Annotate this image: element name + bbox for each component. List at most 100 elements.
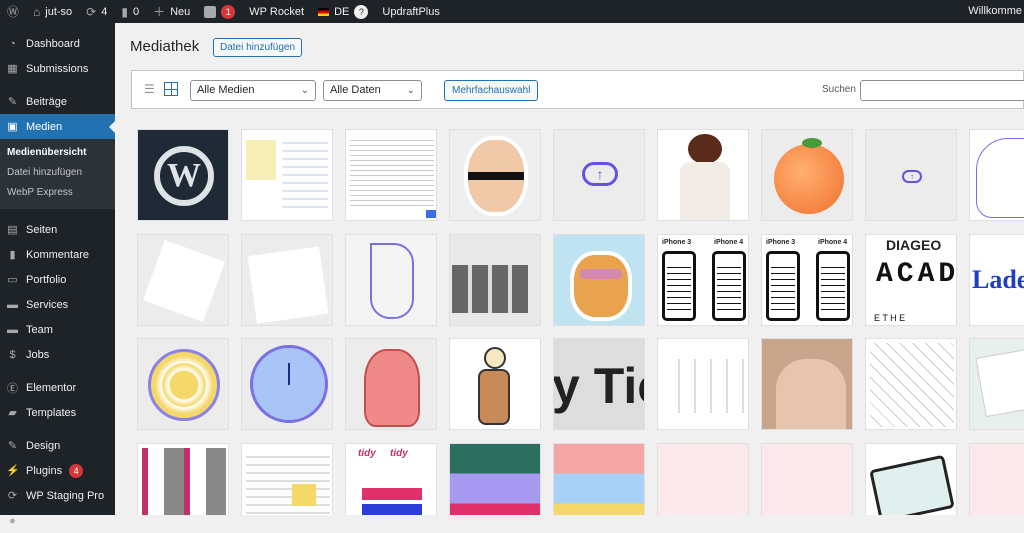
bulk-select-button[interactable]: Mehrfachauswahl bbox=[444, 80, 539, 101]
media-tile[interactable] bbox=[241, 338, 333, 430]
media-tile[interactable] bbox=[969, 338, 1024, 430]
elementor-icon: Ⓔ bbox=[7, 382, 18, 395]
add-file-button[interactable]: Datei hinzufügen bbox=[213, 38, 303, 57]
media-tile[interactable] bbox=[449, 338, 541, 430]
wp-rocket-menu[interactable]: WP Rocket bbox=[242, 0, 311, 23]
account-menu[interactable]: Willkomme bbox=[968, 0, 1024, 23]
iphone4-label: iPhone 4 bbox=[714, 239, 744, 246]
list-view-icon[interactable]: ☰ bbox=[144, 83, 157, 95]
updates-menu[interactable]: ⟳ 4 bbox=[79, 0, 114, 23]
media-tile[interactable] bbox=[345, 234, 437, 326]
comments-menu[interactable]: ▮ 0 bbox=[114, 0, 146, 23]
collage-thumbnail bbox=[142, 448, 226, 515]
sidebar-item-portfolio[interactable]: ▭ Portfolio bbox=[0, 267, 115, 292]
media-type-filter[interactable]: Alle Medien ⌄ bbox=[190, 80, 316, 101]
sidebar-item-medien[interactable]: ▣ Medien bbox=[0, 114, 115, 139]
sidebar-item-wp-staging-pro[interactable]: ⟳ WP Staging Pro bbox=[0, 483, 115, 508]
media-tile[interactable] bbox=[449, 129, 541, 221]
sidebar-item-label: Beiträge bbox=[26, 95, 67, 108]
comment-icon: ▮ bbox=[121, 4, 128, 19]
media-tile[interactable] bbox=[137, 338, 229, 430]
phone-screen bbox=[821, 262, 845, 310]
media-tile[interactable] bbox=[241, 129, 333, 221]
search-input[interactable] bbox=[860, 80, 1024, 101]
plugins-icon: ⚡ bbox=[6, 465, 20, 477]
media-tile[interactable] bbox=[553, 443, 645, 515]
media-tile[interactable]: iPhone 3 iPhone 4 bbox=[761, 234, 853, 326]
media-tile[interactable]: W bbox=[137, 129, 229, 221]
media-tile[interactable] bbox=[761, 443, 853, 515]
site-name: jut-so bbox=[45, 5, 73, 18]
media-tile[interactable] bbox=[657, 338, 749, 430]
sidebar-separator bbox=[0, 209, 115, 217]
jobs-icon: $ bbox=[9, 348, 16, 361]
sidebar-item-seiten[interactable]: ▤ Seiten bbox=[0, 217, 115, 242]
sunglasses-graphic bbox=[468, 172, 524, 180]
sidebar-item-benutzer[interactable]: ● Benutzer bbox=[0, 508, 115, 533]
pages-icon: ▤ bbox=[7, 224, 18, 236]
sidebar-item-label: Services bbox=[26, 298, 69, 311]
media-tile[interactable] bbox=[969, 129, 1024, 221]
wordpress-logo-menu[interactable]: Ⓦ bbox=[0, 0, 26, 23]
media-tile[interactable] bbox=[969, 443, 1024, 515]
media-tile[interactable] bbox=[345, 338, 437, 430]
media-tile[interactable]: ↑ bbox=[865, 129, 957, 221]
sidebar-item-kommentare[interactable]: ▮ Kommentare bbox=[0, 242, 115, 267]
media-tile[interactable] bbox=[865, 443, 957, 515]
sidebar-item-design[interactable]: ✎ Design bbox=[0, 433, 115, 458]
portfolio-icon: ▭ bbox=[7, 274, 18, 286]
sidebar-item-label: Team bbox=[26, 323, 53, 336]
date-filter[interactable]: Alle Daten ⌄ bbox=[323, 80, 422, 101]
media-tile[interactable]: y Tic bbox=[553, 338, 645, 430]
submenu-item-add-file[interactable]: Datei hinzufügen bbox=[0, 163, 115, 183]
site-name-menu[interactable]: ⌂ jut-so bbox=[26, 0, 79, 23]
media-tile[interactable] bbox=[449, 443, 541, 515]
sidebar-item-dashboard[interactable]: ◔ Dashboard bbox=[0, 31, 115, 56]
person-photo bbox=[688, 134, 722, 164]
media-tile[interactable] bbox=[241, 443, 333, 515]
media-tile[interactable] bbox=[241, 234, 333, 326]
media-tile[interactable]: DIAGEO ACAD E T H E bbox=[865, 234, 957, 326]
media-tile[interactable] bbox=[345, 129, 437, 221]
media-tile[interactable]: tidy tidy bbox=[345, 443, 437, 515]
media-tile[interactable] bbox=[761, 129, 853, 221]
submenu-item-webp-express[interactable]: WebP Express bbox=[0, 183, 115, 203]
plus-icon: ＋ bbox=[153, 5, 166, 19]
chevron-down-icon: ⌄ bbox=[406, 85, 415, 96]
media-tile[interactable]: ↑ bbox=[553, 129, 645, 221]
person-photo bbox=[680, 162, 730, 220]
team-icon: ▬ bbox=[7, 323, 18, 336]
phone-graphic bbox=[712, 251, 746, 321]
wp-rocket-label: WP Rocket bbox=[249, 5, 305, 18]
sidebar-item-submissions[interactable]: ▦ Submissions bbox=[0, 56, 115, 81]
sidebar-item-label: Elementor bbox=[26, 381, 77, 394]
sunglasses-graphic bbox=[580, 269, 622, 279]
sidebar-item-plugins[interactable]: ⚡ Plugins 4 bbox=[0, 458, 115, 483]
media-tile[interactable] bbox=[865, 338, 957, 430]
sidebar-item-beitraege[interactable]: ✎ Beiträge bbox=[0, 89, 115, 114]
sidebar-item-label: Templates bbox=[26, 406, 77, 419]
grid-view-icon[interactable] bbox=[164, 82, 178, 96]
media-tile[interactable] bbox=[449, 234, 541, 326]
media-tile[interactable] bbox=[657, 443, 749, 515]
media-tile[interactable] bbox=[761, 338, 853, 430]
media-tile[interactable] bbox=[553, 234, 645, 326]
media-tile[interactable] bbox=[137, 234, 229, 326]
yoast-menu[interactable]: 1 bbox=[197, 0, 242, 23]
sidebar-item-services[interactable]: ▬ Services bbox=[0, 292, 115, 317]
chevron-down-icon: ⌄ bbox=[300, 85, 309, 96]
phone-screen bbox=[667, 262, 691, 310]
sidebar-item-jobs[interactable]: $ Jobs bbox=[0, 342, 115, 367]
language-menu[interactable]: DE? bbox=[311, 0, 375, 23]
new-content-menu[interactable]: ＋ Neu bbox=[146, 0, 197, 23]
submenu-item-media-library[interactable]: Medienübersicht bbox=[0, 143, 115, 163]
media-tile[interactable]: iPhone 3 iPhone 4 bbox=[657, 234, 749, 326]
sidebar-item-team[interactable]: ▬ Team bbox=[0, 317, 115, 342]
sidebar-item-templates[interactable]: ▰ Templates bbox=[0, 400, 115, 425]
sidebar-item-elementor[interactable]: Ⓔ Elementor bbox=[0, 375, 115, 400]
media-tile[interactable] bbox=[657, 129, 749, 221]
media-tile[interactable] bbox=[137, 443, 229, 515]
media-tile[interactable]: Lade bbox=[969, 234, 1024, 326]
updraftplus-menu[interactable]: UpdraftPlus bbox=[375, 0, 446, 23]
updates-count: 4 bbox=[101, 5, 108, 18]
